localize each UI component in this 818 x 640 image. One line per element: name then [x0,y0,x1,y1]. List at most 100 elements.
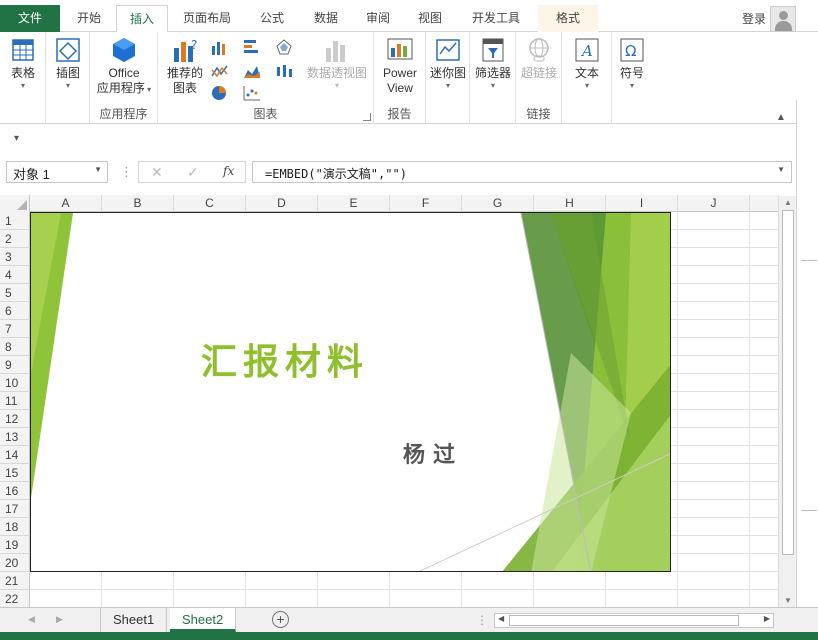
row-header[interactable]: 10 [0,374,30,392]
column-header[interactable]: C [174,195,246,212]
recommended-charts-button[interactable]: ? 推荐的 图表 [162,36,208,96]
svg-text:A: A [580,42,593,60]
column-header[interactable]: G [462,195,534,212]
row-header[interactable]: 2 [0,230,30,248]
row-header[interactable]: 3 [0,248,30,266]
tab-page-layout[interactable]: 页面布局 [170,5,244,32]
text-button[interactable]: A 文本 ▾ [566,36,608,91]
row-header[interactable]: 11 [0,392,30,410]
row-header[interactable]: 9 [0,356,30,374]
row-header[interactable]: 17 [0,500,30,518]
formula-input[interactable]: =EMBED("演示文稿","") ▼ [252,161,792,183]
add-sheet-icon[interactable]: + [272,611,289,628]
illustrations-button[interactable]: 插图 ▾ [50,36,86,91]
office-apps-button[interactable]: Office 应用程序 ▾ [92,36,156,96]
horizontal-scrollbar[interactable]: ◀ ▶ [494,613,774,628]
column-header[interactable]: J [678,195,750,212]
tab-insert[interactable]: 插入 [116,5,168,33]
row-header[interactable]: 8 [0,338,30,356]
tab-developer[interactable]: 开发工具 [458,5,534,32]
column-chart-icon[interactable] [210,38,230,56]
symbols-button[interactable]: Ω 符号 ▾ [614,36,650,91]
dialog-launcher-icon[interactable] [363,113,371,121]
cancel-icon[interactable]: ✕ [151,164,163,181]
row-header[interactable]: 7 [0,320,30,338]
line-chart-icon[interactable] [210,62,230,80]
row-header[interactable]: 6 [0,302,30,320]
formula-bar-grip-icon[interactable]: ⋮ [120,164,133,180]
row-header[interactable]: 21 [0,572,30,590]
tab-view[interactable]: 视图 [404,5,456,32]
insert-function-icon[interactable]: fx [223,164,234,178]
row-header[interactable]: 1 [0,212,30,230]
name-box[interactable]: 对象 1 ▼ [6,161,108,183]
formula-buttons: ✕ ✓ fx [138,161,246,183]
select-all-button[interactable] [0,195,30,212]
sheet-tab-sheet2[interactable]: Sheet2 [170,608,237,632]
tab-review[interactable]: 审阅 [352,5,404,32]
expand-formula-icon[interactable]: ▼ [777,165,785,174]
sheet-tab-sheet1[interactable]: Sheet1 [100,608,168,632]
quick-access-toolbar[interactable]: ▾ [14,133,19,144]
vertical-scrollbar[interactable]: ▲ ▼ [778,196,796,607]
row-header[interactable]: 20 [0,554,30,572]
collapse-ribbon-icon[interactable]: ▲ [776,112,786,123]
sign-in-link[interactable]: 登录 [742,10,766,27]
worksheet-grid[interactable]: A B C D E F G H I J 1 2 3 4 5 6 7 8 9 10… [0,195,796,607]
hyperlink-button[interactable]: 超链接 [518,36,560,81]
group-apps-label: 应用程序 [99,107,148,121]
next-sheet-icon[interactable]: ▶ [56,614,63,625]
row-header[interactable]: 13 [0,428,30,446]
chevron-down-icon: ▾ [629,81,634,90]
embedded-presentation-object[interactable]: 汇报材料 杨过 [30,212,671,572]
row-header[interactable]: 16 [0,482,30,500]
tab-splitter-icon[interactable]: ⋮ [476,613,488,627]
bar-chart-icon[interactable] [242,38,262,56]
row-header[interactable]: 19 [0,536,30,554]
radar-chart-icon[interactable] [274,38,294,56]
tab-format[interactable]: 格式 [538,5,598,32]
tab-formulas[interactable]: 公式 [246,5,298,32]
tab-data[interactable]: 数据 [300,5,352,32]
filters-button[interactable]: 筛选器 ▾ [472,36,514,91]
scroll-thumb[interactable] [782,210,794,555]
column-header[interactable]: B [102,195,174,212]
row-header[interactable]: 12 [0,410,30,428]
row-header[interactable]: 4 [0,266,30,284]
sparklines-label: 迷你图 [429,66,466,80]
row-header[interactable]: 5 [0,284,30,302]
avatar[interactable] [770,6,796,32]
status-bar [0,632,818,640]
scroll-up-icon[interactable]: ▲ [784,198,792,207]
column-header[interactable]: I [606,195,678,212]
scroll-down-icon[interactable]: ▼ [784,596,792,605]
column-header[interactable]: D [246,195,318,212]
column-header[interactable]: F [390,195,462,212]
scroll-thumb[interactable] [509,615,739,626]
row-header[interactable]: 22 [0,590,30,607]
column-header[interactable]: E [318,195,390,212]
column-header[interactable]: H [534,195,606,212]
group-filters: 筛选器 ▾ [470,32,516,124]
tab-file[interactable]: 文件 [0,5,60,32]
table-button[interactable]: 表格 ▾ [6,36,40,91]
pie-chart-icon[interactable] [210,84,230,102]
row-header[interactable]: 18 [0,518,30,536]
row-header[interactable]: 15 [0,464,30,482]
chevron-down-icon[interactable]: ▼ [94,165,102,174]
group-links: 超链接 链接 [516,32,562,124]
scroll-right-icon[interactable]: ▶ [764,614,770,623]
enter-check-icon[interactable]: ✓ [187,164,199,181]
column-header[interactable]: A [30,195,102,212]
scatter-chart-icon[interactable] [242,84,262,102]
sparklines-button[interactable]: 迷你图 ▾ [428,36,468,91]
stock-chart-icon[interactable] [274,62,294,80]
power-view-button[interactable]: Power View [378,36,422,96]
prev-sheet-icon[interactable]: ◀ [28,614,35,625]
group-reports-label: 报告 [387,107,412,121]
scroll-left-icon[interactable]: ◀ [498,614,504,623]
area-chart-icon[interactable] [242,62,262,80]
row-header[interactable]: 14 [0,446,30,464]
tab-home[interactable]: 开始 [62,5,116,32]
pivotchart-button[interactable]: 数据透视图 ▾ [304,36,370,91]
